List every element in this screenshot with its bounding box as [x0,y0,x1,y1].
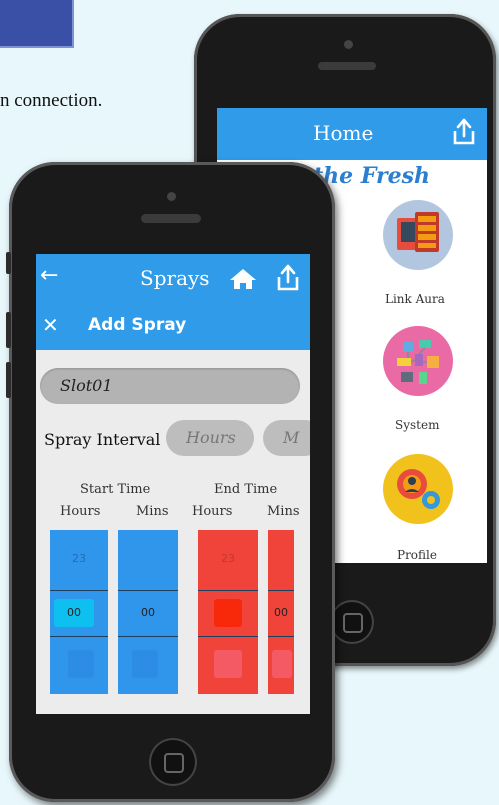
system-label[interactable]: System [395,418,439,432]
mute-switch [6,252,11,274]
app-bar: ← Sprays [36,254,310,302]
picker-next-slot [132,650,158,678]
speaker [141,214,201,223]
interval-mins-field[interactable]: M [263,420,310,456]
system-icon[interactable] [383,326,453,396]
interval-hours-field[interactable]: Hours [166,420,254,456]
end-mins-label: Mins [267,504,300,519]
volume-up-button [6,312,11,348]
link-aura-icon[interactable] [383,200,453,270]
picker-divider [198,590,258,591]
camera [167,192,176,201]
picker-divider [50,590,108,591]
add-spray-title: Add Spray [88,315,187,335]
end-mins-picker[interactable]: 00 [268,530,294,694]
picker-divider [50,636,108,637]
front-phone: ← Sprays ✕ Add Spray Slot01 Spray Interv… [6,162,335,802]
interval-hours-placeholder: Hours [186,428,236,447]
camera [344,40,353,49]
picker-value-prev: 23 [72,552,86,565]
end-hours-picker[interactable]: 23 [198,530,258,694]
picker-next-slot [272,650,292,678]
home-button[interactable] [330,600,374,644]
picker-value-selected: 00 [54,599,94,627]
picker-divider [268,590,294,591]
home-button[interactable] [149,738,197,786]
picker-divider [118,590,178,591]
picker-value-selected: 00 [118,599,178,627]
picker-divider [198,636,258,637]
link-aura-label[interactable]: Link Aura [385,292,445,306]
picker-value-selected: 00 [268,599,294,627]
start-hours-picker[interactable]: 23 00 [50,530,108,694]
start-time-label: Start Time [80,482,151,497]
share-icon[interactable] [451,118,477,146]
picker-value-prev: 23 [221,552,235,565]
share-icon[interactable] [275,264,301,292]
interval-mins-placeholder: M [283,428,300,447]
picker-selected-slot [214,599,242,627]
home-title: Home [313,121,374,145]
speaker [318,62,376,70]
profile-label[interactable]: Profile [397,548,437,562]
back-arrow-icon[interactable]: ← [40,263,58,288]
picker-next-slot [68,650,94,678]
end-time-label: End Time [214,482,278,497]
picker-next-slot [214,650,242,678]
picker-divider [268,636,294,637]
profile-icon[interactable] [383,454,453,524]
spray-interval-label: Spray Interval [44,430,161,449]
volume-down-button [6,362,11,398]
dialog-bar: ✕ Add Spray [36,302,310,350]
close-icon[interactable]: ✕ [42,313,59,337]
sprays-title: Sprays [140,266,210,290]
start-mins-label: Mins [136,504,169,519]
start-hours-label: Hours [60,504,101,519]
slot-value: Slot01 [60,376,113,395]
slot-field[interactable]: Slot01 [40,368,300,404]
add-spray-screen: ← Sprays ✕ Add Spray Slot01 Spray Interv… [36,254,310,714]
brand-text: the Fresh [313,163,431,189]
picker-divider [118,636,178,637]
top-banner [0,0,74,48]
home-icon[interactable] [229,268,257,290]
start-mins-picker[interactable]: 00 [118,530,178,694]
caption-text: n connection. [0,90,103,111]
home-header: Home [217,108,487,160]
end-hours-label: Hours [192,504,233,519]
